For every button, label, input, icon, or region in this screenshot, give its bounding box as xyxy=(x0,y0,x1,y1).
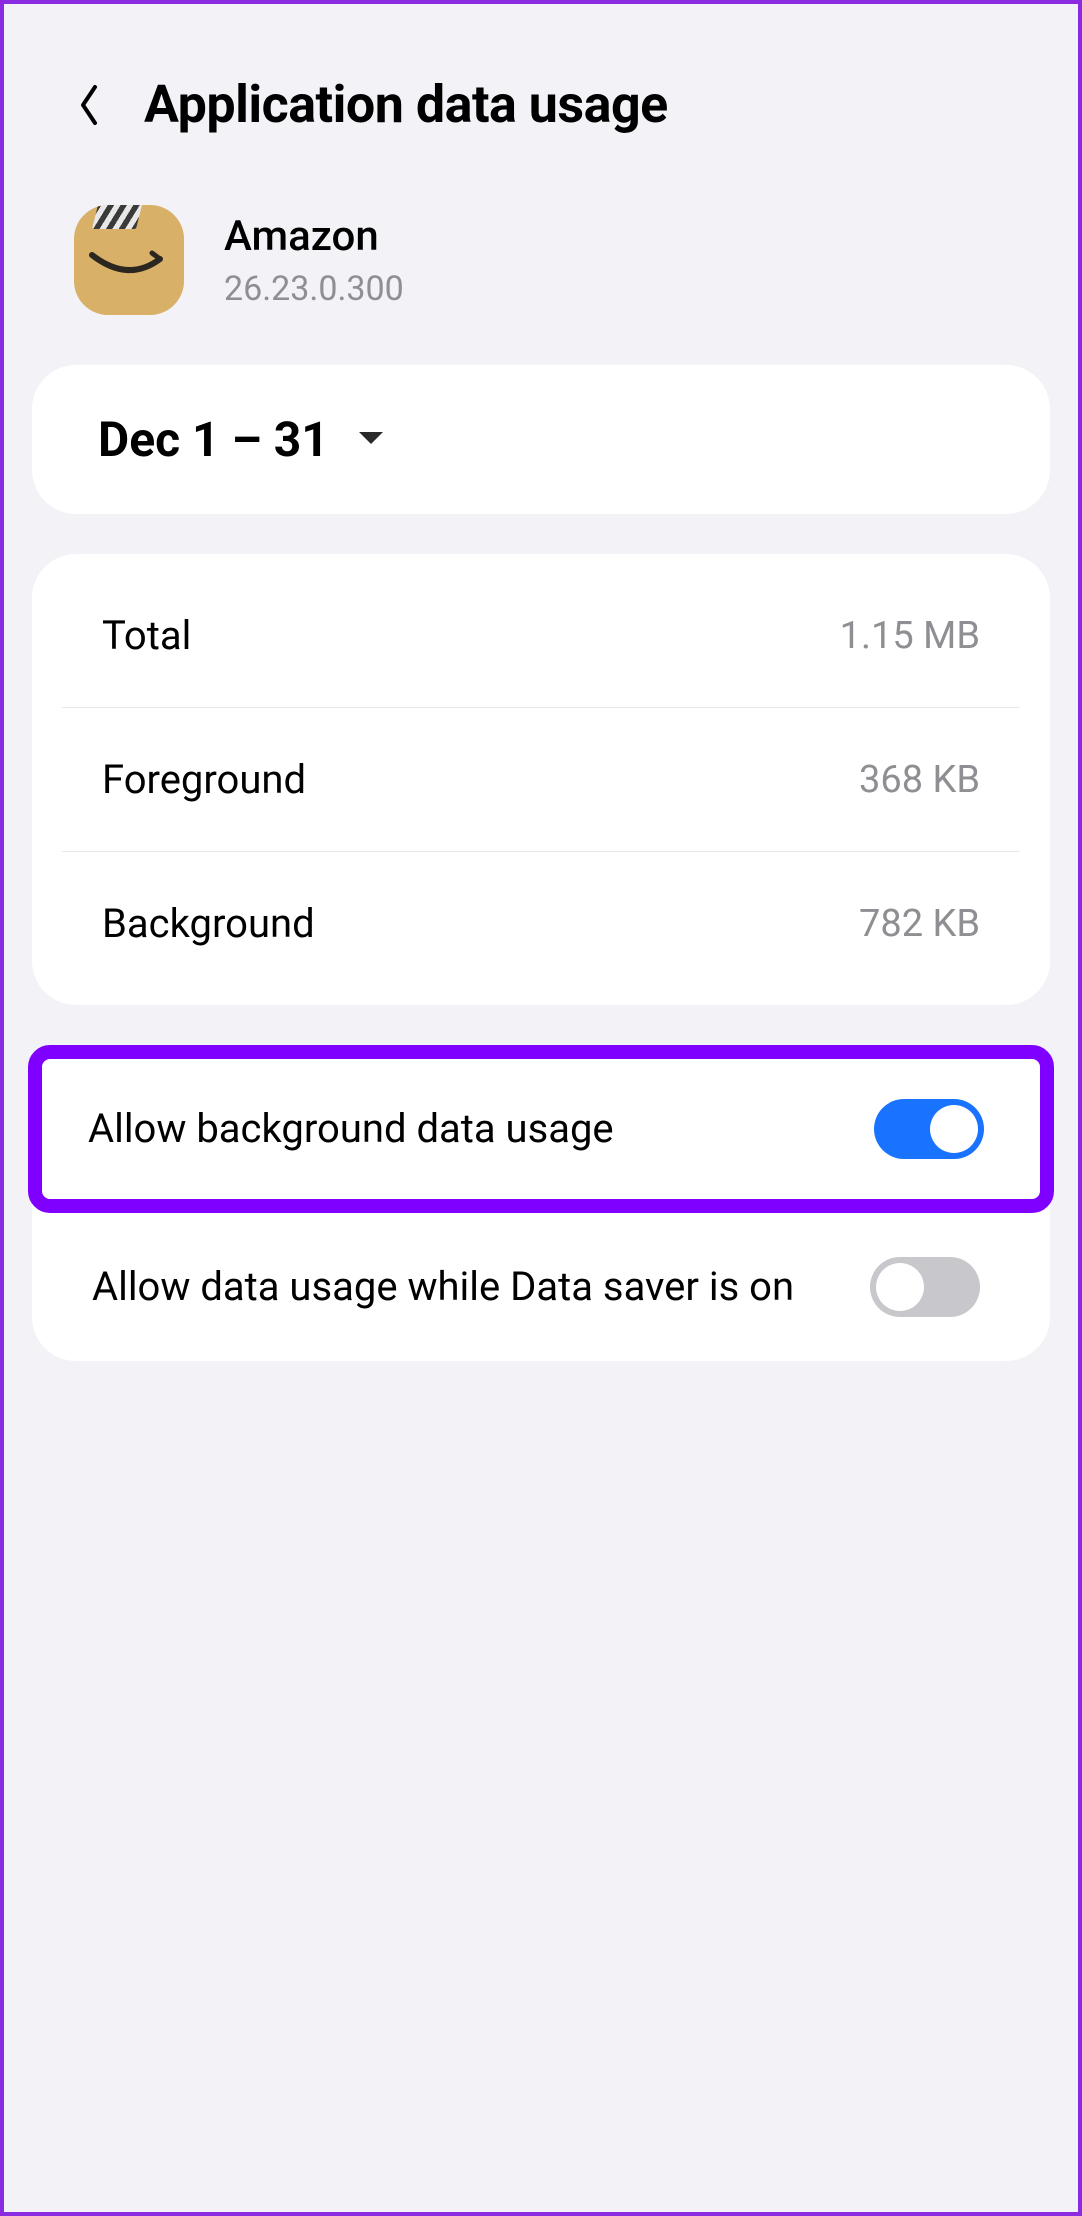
date-range-selector[interactable]: Dec 1 – 31 xyxy=(32,365,1050,514)
usage-value: 782 KB xyxy=(859,902,980,946)
usage-label: Total xyxy=(102,612,191,659)
settings-card: Allow background data usage Allow data u… xyxy=(32,1045,1050,1361)
date-range-label: Dec 1 – 31 xyxy=(98,411,329,468)
setting-label: Allow background data usage xyxy=(88,1102,844,1156)
usage-value: 368 KB xyxy=(859,758,980,802)
usage-value: 1.15 MB xyxy=(840,614,980,658)
usage-row-background: Background 782 KB xyxy=(62,851,1020,995)
app-name: Amazon xyxy=(224,212,404,261)
usage-row-total: Total 1.15 MB xyxy=(62,564,1020,707)
usage-label: Background xyxy=(102,900,315,947)
usage-row-foreground: Foreground 368 KB xyxy=(62,707,1020,851)
setting-label: Allow data usage while Data saver is on xyxy=(92,1260,840,1314)
toggle-allow-background[interactable] xyxy=(874,1099,984,1159)
usage-label: Foreground xyxy=(102,756,306,803)
back-icon[interactable] xyxy=(74,80,104,130)
app-version: 26.23.0.300 xyxy=(224,269,404,309)
usage-card: Total 1.15 MB Foreground 368 KB Backgrou… xyxy=(32,554,1050,1005)
toggle-allow-data-saver[interactable] xyxy=(870,1257,980,1317)
setting-allow-background[interactable]: Allow background data usage xyxy=(28,1045,1054,1213)
setting-allow-data-saver[interactable]: Allow data usage while Data saver is on xyxy=(62,1213,1020,1361)
app-info: Amazon 26.23.0.300 xyxy=(4,175,1078,355)
page-title: Application data usage xyxy=(144,74,668,135)
app-icon xyxy=(74,205,184,315)
chevron-down-icon xyxy=(357,428,385,452)
